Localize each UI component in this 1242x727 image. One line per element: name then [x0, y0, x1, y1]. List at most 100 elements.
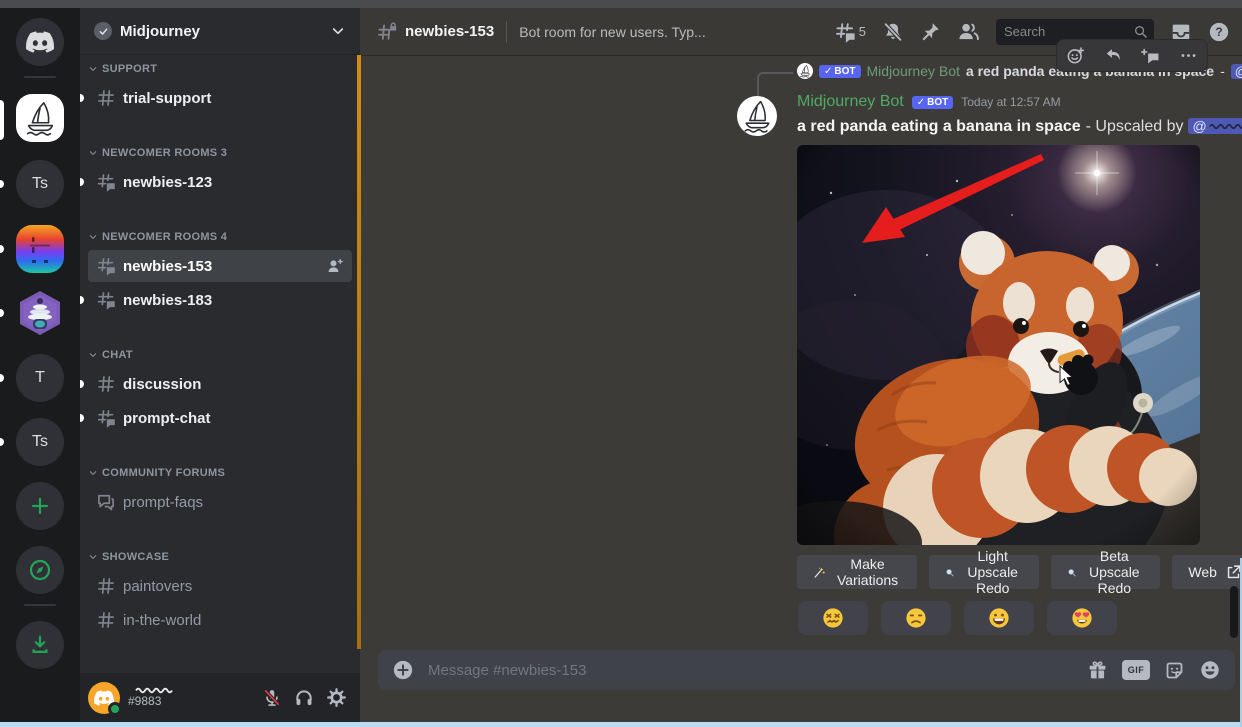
section-header[interactable]: SUPPORT — [88, 58, 352, 80]
gif-picker-button[interactable]: GIF — [1122, 660, 1150, 680]
more-actions-button[interactable] — [1179, 46, 1198, 65]
compass-icon — [28, 558, 52, 582]
hash-icon — [96, 374, 116, 394]
create-thread-button[interactable] — [1141, 46, 1160, 65]
unread-server-dot — [0, 438, 4, 446]
mic-muted-icon — [262, 688, 282, 708]
add-server-button[interactable] — [16, 482, 64, 530]
unread-indicator — [80, 178, 84, 186]
badge-text: BOT — [834, 66, 855, 77]
invite-people-icon[interactable] — [326, 257, 344, 275]
channel-in-the-world[interactable]: in-the-world — [88, 604, 352, 636]
make-variations-button[interactable]: Make Variations — [797, 555, 917, 589]
server-header[interactable]: Midjourney — [80, 8, 360, 55]
reply-author[interactable]: Midjourney Bot — [867, 63, 960, 79]
mute-mic-button[interactable] — [256, 682, 288, 714]
server-icon-midjourney[interactable] — [16, 94, 64, 142]
server-icon-fridge[interactable] — [16, 225, 64, 273]
server-icon-t[interactable]: T — [16, 354, 64, 402]
channel-newbies-123[interactable]: newbies-123 — [88, 166, 352, 198]
channel-trial-support[interactable]: trial-support — [88, 82, 352, 114]
reply-avatar[interactable] — [797, 63, 813, 79]
channel-paintovers[interactable]: paintovers — [88, 570, 352, 602]
hash-icon — [96, 88, 116, 108]
message-input[interactable] — [428, 662, 1087, 679]
download-apps-button[interactable] — [16, 621, 64, 669]
ellipsis-icon — [1179, 46, 1198, 65]
reaction-grinning[interactable] — [964, 601, 1034, 635]
user-mention[interactable]: @ — [1188, 118, 1242, 134]
section-newcomer-rooms-3: NEWCOMER ROOMS 3 newbies-123 — [88, 142, 352, 198]
section-header[interactable]: CHAT — [88, 344, 352, 366]
light-upscale-redo-button[interactable]: Light Upscale Redo — [929, 555, 1039, 589]
channel-name: newbies-183 — [123, 292, 344, 309]
user-avatar[interactable] — [88, 682, 120, 714]
button-label: Web — [1188, 564, 1217, 580]
discord-logo-icon — [26, 31, 54, 53]
chevron-down-icon — [88, 232, 98, 242]
home-button[interactable] — [16, 18, 64, 66]
button-label: Beta Upscale Redo — [1084, 548, 1144, 596]
user-mention[interactable]: @ — [1231, 64, 1242, 79]
member-list-button[interactable] — [957, 20, 980, 43]
notification-settings-button[interactable] — [882, 21, 904, 43]
server-icon-ts-1[interactable]: Ts — [16, 160, 64, 208]
hash-thread-icon — [96, 172, 116, 192]
message-author[interactable]: Midjourney Bot — [797, 93, 904, 111]
chat-scrollbar-thumb[interactable] — [1230, 586, 1238, 638]
discord-app: Ts T Ts Midjourney — [0, 0, 1242, 727]
server-name: Midjourney — [120, 23, 330, 40]
channel-discussion[interactable]: discussion — [88, 368, 352, 400]
web-button[interactable]: Web — [1172, 555, 1242, 589]
server-icon-ts-2[interactable]: Ts — [16, 418, 64, 466]
reaction-unamused[interactable] — [881, 601, 951, 635]
server-rail: Ts T Ts — [0, 0, 80, 727]
download-icon — [29, 634, 51, 656]
section-label: NEWCOMER ROOMS 4 — [102, 231, 227, 243]
search-input[interactable] — [1004, 24, 1133, 39]
sailboat-icon — [798, 64, 812, 78]
generated-image[interactable] — [797, 145, 1200, 545]
sticker-picker-button[interactable] — [1164, 660, 1185, 681]
channel-newbies-153[interactable]: newbies-153 — [88, 250, 352, 282]
channel-topic[interactable]: Bot room for new users. Typ... — [519, 24, 705, 40]
gift-button[interactable] — [1087, 660, 1108, 681]
add-reaction-button[interactable] — [1066, 46, 1085, 65]
unread-server-dot — [0, 245, 4, 253]
plus-icon — [29, 495, 51, 517]
channel-prompt-chat[interactable]: prompt-chat — [88, 402, 352, 434]
section-header[interactable]: SHOWCASE — [88, 546, 352, 568]
reply-button[interactable] — [1104, 46, 1123, 65]
channel-newbies-183[interactable]: newbies-183 — [88, 284, 352, 316]
reply-separator: - — [1220, 63, 1225, 79]
unread-indicator — [80, 296, 84, 304]
section-header[interactable]: NEWCOMER ROOMS 3 — [88, 142, 352, 164]
unread-server-dot — [0, 180, 4, 188]
user-settings-button[interactable] — [320, 682, 352, 714]
mention-at: @ — [1192, 118, 1206, 134]
attach-file-button[interactable] — [392, 659, 414, 681]
user-info[interactable]: #9883 — [128, 686, 256, 708]
section-header[interactable]: COMMUNITY FORUMS — [88, 462, 352, 484]
channel-name: trial-support — [123, 90, 344, 107]
help-button[interactable]: ? — [1208, 21, 1230, 43]
online-status-dot — [108, 702, 122, 716]
chevron-down-icon — [88, 350, 98, 360]
badge-check: ✓ — [824, 66, 832, 77]
message-action-buttons: Make Variations Light Upscale Redo Beta … — [797, 555, 1242, 589]
channel-prompt-faqs[interactable]: prompt-faqs — [88, 486, 352, 518]
server-icon-hexagon[interactable] — [16, 289, 64, 337]
reaction-heart-eyes[interactable] — [1047, 601, 1117, 635]
hash-thread-icon — [96, 408, 116, 428]
message-timestamp: Today at 12:57 AM — [961, 95, 1060, 109]
deafen-button[interactable] — [288, 682, 320, 714]
threads-button[interactable]: 5 — [834, 21, 866, 43]
channel-name: discussion — [123, 376, 344, 393]
message-avatar[interactable] — [737, 96, 777, 136]
emoji-picker-button[interactable] — [1199, 659, 1221, 681]
explore-servers-button[interactable] — [16, 546, 64, 594]
reaction-confounded[interactable] — [798, 601, 868, 635]
section-header[interactable]: NEWCOMER ROOMS 4 — [88, 226, 352, 248]
pinned-messages-button[interactable] — [920, 21, 941, 42]
beta-upscale-redo-button[interactable]: Beta Upscale Redo — [1051, 555, 1161, 589]
